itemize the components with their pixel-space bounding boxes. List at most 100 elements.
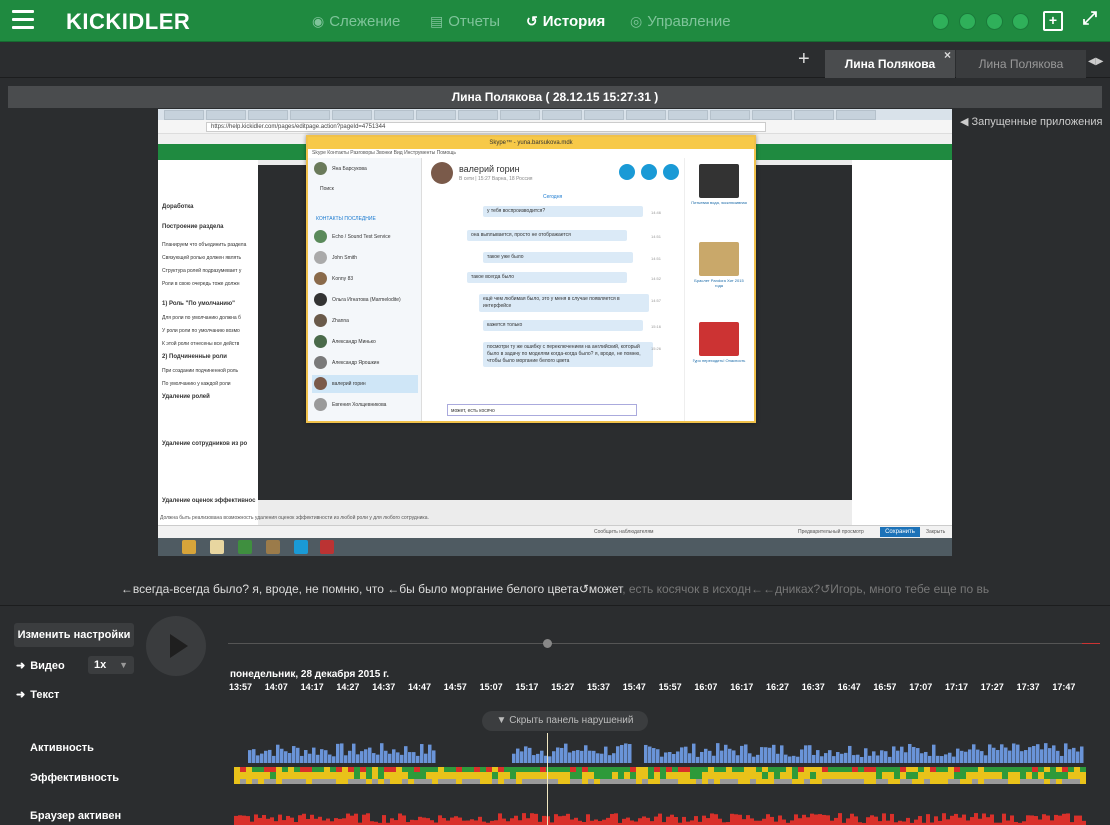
activity-bar (604, 746, 608, 763)
browser-bar (762, 818, 766, 825)
activity-bar (904, 752, 908, 763)
browser-bar (794, 814, 798, 825)
nav-monitoring[interactable]: ◉ Слежение (312, 13, 400, 30)
browser-bar (802, 814, 806, 825)
fullscreen-icon[interactable]: ⤢ (1080, 9, 1100, 31)
efficiency-segment (342, 767, 348, 772)
efficiency-segment (1080, 772, 1086, 779)
activity-bar (372, 753, 376, 763)
browser-bar (658, 813, 662, 825)
nav-management[interactable]: ◎ Управление (630, 13, 731, 30)
efficiency-segment (816, 779, 822, 784)
efficiency-segment (1062, 767, 1068, 772)
activity-bar (1080, 746, 1084, 763)
efficiency-segment (564, 767, 570, 772)
video-option[interactable]: ➜ Видео (16, 659, 65, 672)
status-dot[interactable] (1012, 13, 1029, 30)
nav-reports[interactable]: ▤ Отчеты (430, 13, 500, 30)
activity-bar (648, 746, 652, 763)
efficiency-segment (960, 772, 966, 779)
activity-bar (956, 748, 960, 763)
efficiency-segment (408, 772, 414, 779)
activity-bar (872, 751, 876, 763)
status-dot[interactable] (986, 13, 1003, 30)
activity-bar (992, 747, 996, 763)
tab-user-active[interactable]: Лина Полякова × (825, 48, 955, 78)
efficiency-segment (978, 772, 984, 779)
efficiency-segment (234, 779, 240, 784)
efficiency-segment (504, 767, 510, 772)
activity-bar (972, 744, 976, 763)
efficiency-segment (522, 767, 528, 772)
timeline-tick: 17:27 (980, 682, 1004, 692)
activity-bar (828, 750, 832, 763)
efficiency-segment (1050, 772, 1056, 779)
nav-history[interactable]: ↺ История (526, 13, 605, 30)
efficiency-segment (738, 779, 744, 784)
efficiency-segment (948, 772, 954, 779)
efficiency-segment (678, 779, 684, 784)
activity-bar (536, 753, 540, 763)
activity-bar (696, 756, 700, 763)
activity-bar (908, 743, 912, 763)
activity-bar (708, 750, 712, 763)
efficiency-segment (912, 779, 918, 784)
efficiency-segment (666, 772, 672, 779)
efficiency-segment (348, 779, 354, 784)
doc-line: По умолчанию у каждой роли (162, 381, 231, 387)
add-window-icon[interactable]: + (1043, 11, 1063, 31)
close-icon[interactable]: × (944, 41, 951, 69)
efficiency-segment (372, 772, 378, 779)
browser-bar (790, 820, 794, 825)
efficiency-segment (324, 767, 330, 772)
efficiency-segment (264, 779, 270, 784)
browser-bar (810, 813, 814, 825)
efficiency-segment (690, 779, 696, 784)
efficiency-segment (306, 779, 312, 784)
efficiency-segment (390, 767, 396, 772)
efficiency-segment (888, 772, 894, 779)
efficiency-segment (600, 779, 606, 784)
speed-select[interactable]: 1x ▼ (88, 656, 134, 674)
activity-bar (256, 755, 260, 763)
efficiency-segment (642, 772, 648, 779)
tab-label: Лина Полякова (978, 57, 1064, 71)
text-option[interactable]: ➜ Текст (16, 688, 59, 701)
efficiency-segment (444, 772, 450, 779)
activity-bar (364, 749, 368, 763)
tab-user[interactable]: Лина Полякова (956, 50, 1086, 78)
browser-tabs (158, 109, 952, 120)
activity-bar (324, 750, 328, 763)
scrub-track[interactable] (228, 643, 1100, 644)
add-tab-icon[interactable]: + (798, 48, 810, 71)
change-settings-button[interactable]: Изменить настройки (14, 623, 134, 647)
running-apps-toggle[interactable]: ◀ Запущенные приложения (960, 115, 1102, 128)
browser-bar (1022, 821, 1026, 825)
efficiency-segment (810, 772, 816, 779)
activity-bar (328, 754, 332, 763)
skype-contact: Echo / Sound Test Service (312, 228, 418, 246)
activity-bar (624, 743, 628, 763)
status-dot[interactable] (959, 13, 976, 30)
menu-icon[interactable] (12, 10, 34, 30)
efficiency-segment (726, 772, 732, 779)
efficiency-segment (432, 772, 438, 779)
scrub-handle[interactable] (543, 639, 552, 648)
efficiency-segment (564, 772, 570, 779)
status-dot[interactable] (932, 13, 949, 30)
activity-bar (1072, 747, 1076, 763)
activity-bar (1056, 750, 1060, 763)
activity-bar (840, 753, 844, 763)
efficiency-segment (882, 779, 888, 784)
efficiency-segment (714, 772, 720, 779)
efficiency-segment (1074, 772, 1080, 779)
activity-bar (532, 755, 536, 763)
efficiency-segment (426, 772, 432, 779)
browser-bar (322, 820, 326, 825)
efficiency-segment (444, 779, 450, 784)
browser-bar (314, 818, 318, 825)
play-button[interactable] (146, 616, 206, 676)
tab-scroll-icon[interactable]: ◀▶ (1088, 56, 1103, 67)
hide-violations-button[interactable]: ▼ Скрыть панель нарушений (482, 711, 648, 731)
efficiency-segment (366, 779, 372, 784)
